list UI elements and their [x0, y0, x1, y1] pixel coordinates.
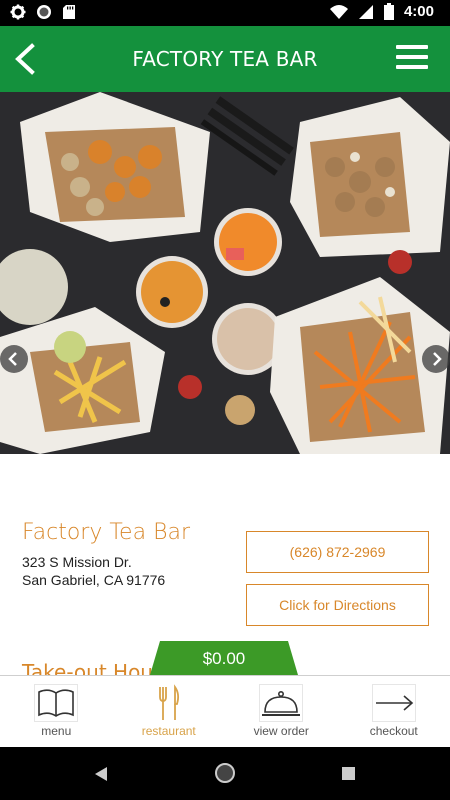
carousel-next-button[interactable]	[422, 345, 450, 373]
wifi-icon	[329, 4, 348, 19]
nav-item-view-order[interactable]: view order	[225, 676, 338, 748]
record-icon	[37, 5, 51, 19]
restaurant-address: 323 S Mission Dr. San Gabriel, CA 91776	[22, 553, 165, 589]
app-bar: FACTORY TEA BAR	[0, 26, 450, 92]
status-bar: 4:00	[0, 0, 450, 26]
system-recents-icon[interactable]	[342, 767, 355, 780]
directions-button[interactable]: Click for Directions	[246, 584, 429, 626]
chevron-left-icon	[8, 352, 17, 366]
battery-icon	[383, 3, 394, 20]
hero-carousel[interactable]	[0, 92, 450, 454]
nav-item-restaurant[interactable]: restaurant	[113, 676, 226, 748]
food-photo	[0, 92, 450, 454]
address-line-2: San Gabriel, CA 91776	[22, 572, 166, 588]
signal-icon	[358, 4, 373, 19]
system-nav-bar	[0, 747, 450, 800]
phone-button[interactable]: (626) 872-2969	[246, 531, 429, 573]
nav-label-menu: menu	[41, 724, 72, 738]
system-home-icon[interactable]	[215, 763, 235, 783]
nav-item-checkout[interactable]: checkout	[338, 676, 450, 748]
cart-total: $0.00	[202, 649, 246, 668]
cloche-icon	[259, 684, 303, 722]
restaurant-name: Factory Tea Bar	[22, 520, 190, 545]
status-time: 4:00	[403, 3, 434, 20]
system-back-icon[interactable]	[94, 766, 108, 782]
page-title: FACTORY TEA BAR	[132, 47, 318, 71]
carousel-prev-button[interactable]	[0, 345, 28, 373]
sd-card-icon	[63, 5, 75, 19]
arrow-right-icon	[371, 684, 416, 722]
menu-button[interactable]	[396, 45, 428, 73]
gear-icon	[10, 4, 26, 20]
chevron-right-icon	[433, 352, 442, 366]
hamburger-icon	[396, 45, 428, 49]
nav-label-checkout: checkout	[369, 724, 418, 738]
book-icon	[34, 684, 78, 722]
nav-label-restaurant: restaurant	[141, 724, 196, 738]
address-line-1: 323 S Mission Dr.	[22, 554, 132, 570]
cart-total-badge[interactable]: $0.00	[150, 641, 298, 675]
nav-item-menu[interactable]: menu	[0, 676, 113, 748]
bottom-nav: menu restaurant view order checkout	[0, 675, 450, 747]
fork-knife-icon	[158, 684, 179, 720]
nav-label-view-order: view order	[253, 724, 309, 738]
